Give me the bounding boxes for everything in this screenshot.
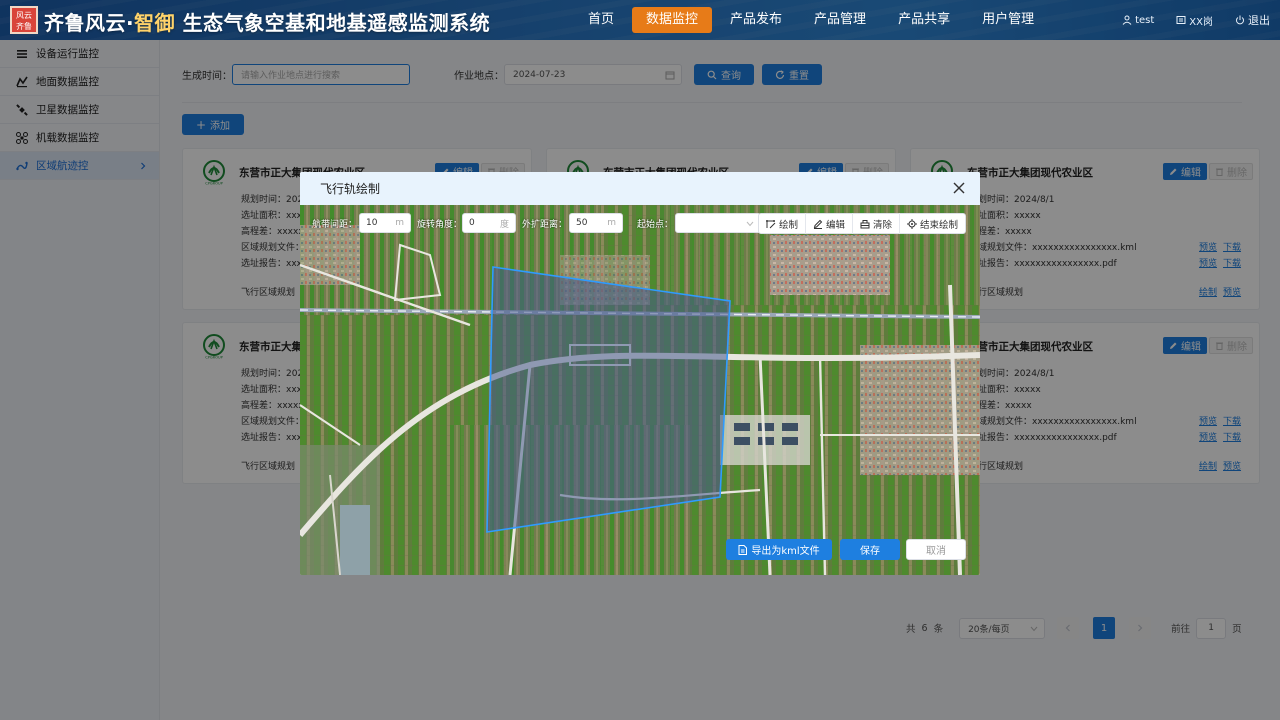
finish-draw-icon [907,218,918,229]
nav-user-manage[interactable]: 用户管理 [968,7,1048,33]
role-icon [1176,16,1186,24]
cancel-button[interactable]: 取消 [906,539,966,560]
draw-tools: 绘制 编辑 清除 结束绘制 [758,213,967,234]
save-button[interactable]: 保存 [840,539,900,560]
tool-clear-button[interactable]: 清除 [853,213,901,234]
satellite-map[interactable]: 航带间距： 10 m 旋转角度： 0度 外扩距离： 50 m 起始点： 绘制 编辑 [300,205,980,575]
app-title: 齐鲁风云·智御 生态气象空基和地基遥感监测系统 [44,11,491,35]
chevron-down-icon [746,221,754,227]
nav-product-share[interactable]: 产品共享 [884,7,964,33]
flight-area-polygon[interactable] [486,266,731,533]
nav-data-monitor[interactable]: 数据监控 [632,7,713,33]
role-menu[interactable]: XX岗 [1176,12,1213,28]
flight-track-dialog: 飞行轨绘制 航带间距： 10 m 旋转角度： 0 度 外扩距离： 50 m 起始… [300,172,980,575]
expand-input[interactable]: 50 m [569,213,624,233]
rotation-input[interactable]: 0度 [462,213,517,233]
close-icon[interactable] [952,181,966,195]
expand-label: 外扩距离： [522,219,568,230]
file-export-icon [738,544,748,555]
map-toolbar: 航带间距： 10 m 旋转角度： 0度 外扩距离： 50 m 起始点： 绘制 编辑 [300,205,980,241]
tool-draw-button[interactable]: 绘制 [759,213,807,234]
main-nav: 首页 数据监控 产品发布 产品管理 产品共享 用户管理 [574,7,1052,33]
tool-finish-button[interactable]: 结束绘制 [900,213,965,234]
start-point-select[interactable] [675,213,762,233]
spacing-input[interactable]: 10 m [359,213,412,233]
dialog-title: 飞行轨绘制 [320,182,381,196]
nav-home[interactable]: 首页 [574,7,628,33]
pencil-icon [813,219,823,229]
rotation-label: 旋转角度： [417,219,463,230]
eraser-icon [860,219,870,228]
power-icon [1236,15,1244,25]
nav-product-manage[interactable]: 产品管理 [800,7,880,33]
nav-product-publish[interactable]: 产品发布 [716,7,796,33]
map-imagery[interactable] [300,205,980,575]
export-kml-button[interactable]: 导出为kml文件 [726,539,832,560]
user-icon [1122,15,1132,25]
tool-edit-button[interactable]: 编辑 [806,213,854,234]
spacing-label: 航带间距： [312,219,358,230]
start-point-label: 起始点： [637,219,674,230]
logout-button[interactable]: 退出 [1235,12,1270,28]
header-user-area: test XX岗 退出 [1100,12,1270,28]
app-logo: 风云 齐鲁 [10,6,38,34]
draw-icon [766,219,776,228]
user-menu[interactable]: test [1122,12,1154,28]
dialog-header: 飞行轨绘制 [300,172,980,205]
